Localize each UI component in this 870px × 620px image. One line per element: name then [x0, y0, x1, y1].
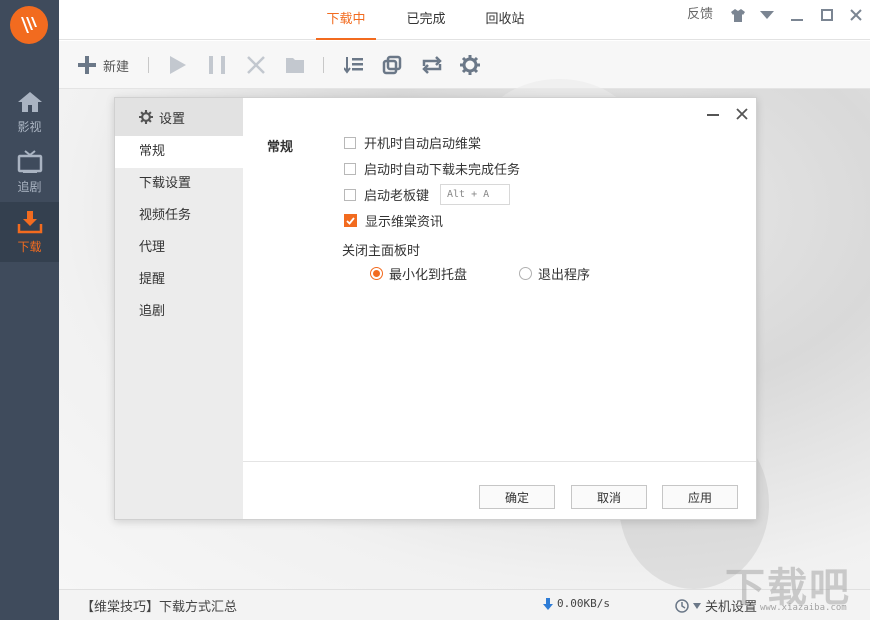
x-icon	[247, 55, 265, 75]
play-icon	[169, 55, 187, 75]
auto-download-checkbox[interactable]: 启动时自动下载未完成任务	[344, 159, 520, 178]
home-icon	[17, 90, 43, 114]
exit-program-radio[interactable]: 退出程序	[519, 264, 590, 283]
left-rail: 影视 追剧 下载	[0, 0, 59, 620]
start-button[interactable]	[169, 53, 187, 77]
auto-download-label: 启动时自动下载未完成任务	[364, 159, 520, 178]
checkbox-box[interactable]	[344, 137, 356, 149]
delete-button[interactable]	[247, 53, 265, 77]
show-news-label: 显示维棠资讯	[365, 211, 443, 230]
plus-icon	[77, 55, 97, 75]
pause-icon	[208, 55, 226, 75]
tab-downloading[interactable]: 下载中	[316, 0, 376, 40]
arrow-down-icon	[543, 598, 553, 610]
rail-item-label: 下载	[17, 238, 41, 255]
gear-icon	[139, 110, 153, 124]
feedback-link[interactable]: 反馈	[687, 0, 713, 30]
checkbox-box[interactable]	[344, 189, 356, 201]
dialog-divider	[243, 461, 756, 462]
close-icon[interactable]	[847, 6, 865, 24]
tv-icon	[17, 150, 43, 174]
exit-program-label: 退出程序	[538, 264, 590, 283]
gear-icon	[460, 55, 480, 75]
list-sort-icon	[344, 55, 364, 75]
autostart-checkbox[interactable]: 开机时自动启动维棠	[344, 133, 481, 152]
checkbox-box[interactable]	[344, 163, 356, 175]
nav-download-settings[interactable]: 下载设置	[115, 168, 243, 200]
toolbar-divider	[323, 57, 324, 73]
tab-completed[interactable]: 已完成	[396, 0, 456, 40]
show-news-checkbox[interactable]: 显示维棠资讯	[344, 211, 443, 230]
rail-item-movies[interactable]: 影视	[0, 82, 59, 142]
apply-button[interactable]: 应用	[662, 485, 738, 509]
settings-button[interactable]	[460, 53, 480, 77]
settings-nav: 设置 常规 下载设置 视频任务 代理 提醒 追剧	[115, 98, 243, 519]
download-speed: 0.00KB/s	[543, 597, 610, 610]
nav-proxy[interactable]: 代理	[115, 232, 243, 264]
copy-button[interactable]	[382, 53, 402, 77]
hotkey-field[interactable]: Alt + A	[440, 184, 510, 205]
close-panel-label: 关闭主面板时	[342, 240, 420, 259]
skin-icon[interactable]	[729, 6, 747, 24]
autostart-label: 开机时自动启动维棠	[364, 133, 481, 152]
refresh-button[interactable]	[421, 53, 443, 77]
toolbar-divider	[148, 57, 149, 73]
checkmark-icon	[346, 217, 355, 225]
boss-key-label: 启动老板键	[364, 185, 429, 204]
dialog-close-icon[interactable]	[734, 106, 750, 122]
speed-value: 0.00KB/s	[557, 597, 610, 610]
nav-general[interactable]: 常规	[115, 136, 243, 168]
tip-link[interactable]: 【维棠技巧】下载方式汇总	[81, 596, 237, 615]
maximize-icon[interactable]	[818, 6, 836, 24]
top-bar: 下载中 已完成 回收站 反馈	[59, 0, 870, 40]
boss-key-checkbox[interactable]: 启动老板键	[344, 185, 429, 204]
rail-item-series[interactable]: 追剧	[0, 142, 59, 202]
section-title: 常规	[267, 136, 293, 155]
repeat-icon	[421, 55, 443, 75]
watermark-url: www.xiazaiba.com	[760, 603, 847, 613]
rail-item-label: 影视	[17, 118, 41, 135]
settings-dialog: 设置 常规 下载设置 视频任务 代理 提醒 追剧 常规 开机时自动启动维棠 启动…	[114, 97, 757, 520]
download-icon	[17, 210, 43, 234]
checkbox-checked[interactable]	[344, 214, 357, 227]
folder-icon	[285, 56, 305, 74]
copy-icon	[382, 55, 402, 75]
minimize-to-tray-radio[interactable]: 最小化到托盘	[370, 264, 467, 283]
open-folder-button[interactable]	[285, 53, 305, 77]
dialog-minimize-icon[interactable]	[705, 106, 721, 122]
pause-button[interactable]	[208, 53, 226, 77]
rail-item-label: 追剧	[17, 178, 41, 195]
tab-recycle-bin[interactable]: 回收站	[475, 0, 535, 40]
dialog-title: 设置	[159, 108, 185, 127]
app-logo	[10, 6, 48, 44]
new-task-button[interactable]: 新建	[77, 53, 129, 77]
toolbar: 新建	[59, 41, 870, 89]
settings-header: 设置	[115, 98, 243, 136]
chevron-down-icon	[693, 603, 701, 609]
nav-series[interactable]: 追剧	[115, 296, 243, 328]
rail-item-download[interactable]: 下载	[0, 202, 59, 262]
nav-reminders[interactable]: 提醒	[115, 264, 243, 296]
nav-video-tasks[interactable]: 视频任务	[115, 200, 243, 232]
radio-unselected[interactable]	[519, 267, 532, 280]
clock-icon	[675, 599, 689, 613]
radio-selected[interactable]	[370, 267, 383, 280]
minimize-to-tray-label: 最小化到托盘	[389, 264, 467, 283]
menu-dropdown-icon[interactable]	[758, 6, 776, 24]
cancel-button[interactable]: 取消	[571, 485, 647, 509]
close-panel-text: 关闭主面板时	[342, 240, 420, 259]
sort-button[interactable]	[344, 53, 364, 77]
minimize-icon[interactable]	[788, 6, 806, 24]
ok-button[interactable]: 确定	[479, 485, 555, 509]
new-task-label: 新建	[103, 56, 129, 75]
